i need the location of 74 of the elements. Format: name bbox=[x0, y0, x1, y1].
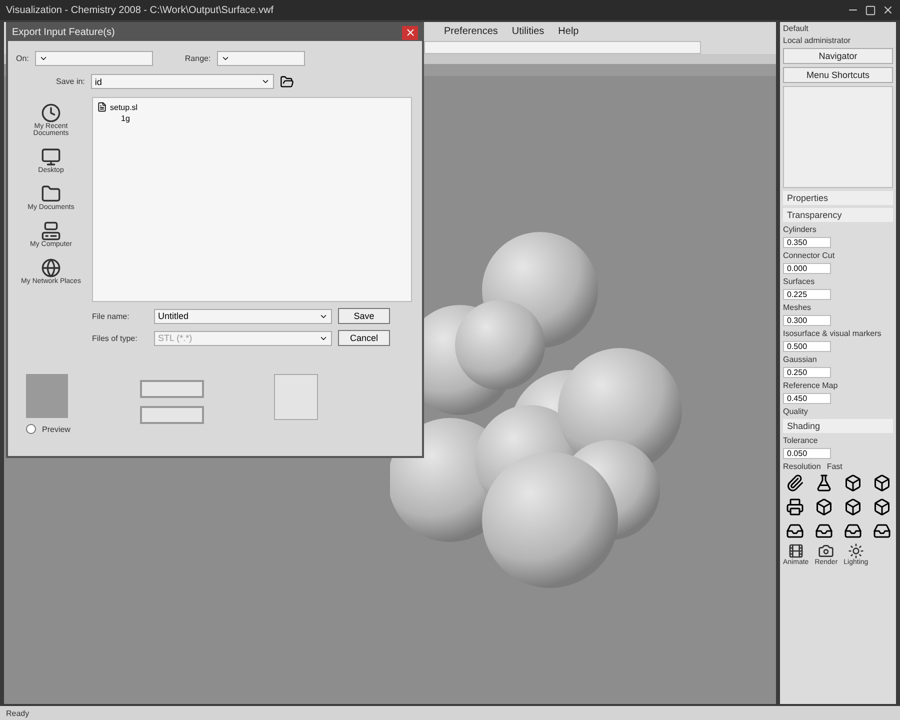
file-icon bbox=[97, 102, 107, 112]
file-item[interactable]: setup.sl bbox=[97, 102, 407, 112]
field-label: On: bbox=[16, 54, 29, 63]
field-label: Tolerance bbox=[783, 436, 819, 445]
menu-item[interactable]: Utilities bbox=[512, 26, 544, 36]
cube-icon[interactable] bbox=[872, 474, 890, 492]
field-label: Meshes bbox=[783, 303, 812, 312]
save-in-dropdown[interactable]: id bbox=[90, 74, 274, 89]
field-label: Range: bbox=[184, 54, 211, 63]
field-label: Cylinders bbox=[783, 225, 818, 234]
folder-icon[interactable] bbox=[280, 74, 294, 88]
preview-label: Preview bbox=[42, 424, 70, 434]
user-name: Default bbox=[783, 24, 810, 33]
value-field[interactable]: 0.000 bbox=[783, 263, 831, 274]
paperclip-icon[interactable] bbox=[786, 474, 804, 492]
globe-icon bbox=[41, 258, 61, 278]
field-label: File name: bbox=[92, 312, 130, 320]
save-button[interactable]: Save bbox=[338, 308, 390, 324]
address-field[interactable] bbox=[424, 40, 701, 54]
cube-icon[interactable] bbox=[814, 498, 832, 516]
section-header[interactable]: Shading bbox=[783, 419, 893, 433]
window-title: Visualization - Chemistry 2008 - C:\Work\Output\Surface.vwf bbox=[6, 4, 274, 16]
dialog-title: Export Input Feature(s) bbox=[12, 27, 115, 38]
tray-icon[interactable] bbox=[786, 522, 804, 540]
value-field[interactable]: 0.250 bbox=[783, 367, 831, 378]
sun-icon bbox=[848, 543, 864, 559]
close-icon[interactable] bbox=[882, 4, 894, 16]
side-button[interactable]: Menu Shortcuts bbox=[783, 67, 893, 83]
cube-icon[interactable] bbox=[872, 498, 890, 516]
field-label: Fast bbox=[826, 462, 842, 471]
folder-icon bbox=[41, 184, 61, 204]
value-field[interactable]: 0.300 bbox=[783, 315, 831, 326]
cube-icon[interactable] bbox=[844, 474, 862, 492]
menu-item[interactable]: Help bbox=[558, 26, 579, 36]
close-button[interactable] bbox=[402, 26, 418, 40]
printer-icon[interactable] bbox=[786, 498, 804, 516]
side-button[interactable]: Navigator bbox=[783, 48, 893, 64]
quality-label[interactable]: Quality bbox=[783, 407, 893, 416]
value-field[interactable]: 0.500 bbox=[783, 341, 831, 352]
flask-icon[interactable] bbox=[814, 474, 832, 492]
computer-icon bbox=[40, 221, 61, 241]
value-field[interactable]: 0.350 bbox=[783, 237, 831, 248]
value-field[interactable]: 0.450 bbox=[783, 393, 831, 404]
file-name-field[interactable]: Untitled bbox=[154, 308, 332, 324]
preview-radio[interactable] bbox=[26, 424, 36, 434]
monitor-icon bbox=[41, 147, 61, 167]
field-label: Files of type: bbox=[92, 334, 138, 342]
field-label: Reference Map bbox=[783, 381, 839, 390]
status-text: Ready bbox=[6, 708, 30, 718]
field-label: Surfaces bbox=[783, 277, 816, 286]
field-label: Save in: bbox=[56, 77, 85, 86]
film-icon bbox=[788, 543, 804, 559]
tray-icon[interactable] bbox=[814, 522, 832, 540]
tray-icon[interactable] bbox=[872, 522, 890, 540]
section-title: Properties bbox=[783, 191, 893, 205]
camera-icon bbox=[818, 543, 834, 559]
section-header[interactable]: Transparency bbox=[783, 208, 893, 222]
value-field[interactable]: 0.050 bbox=[783, 448, 831, 459]
menu-item[interactable]: Preferences bbox=[444, 26, 498, 36]
user-role: Local administrator bbox=[783, 36, 852, 45]
field-label: Resolution bbox=[783, 462, 821, 471]
field-label: Gaussian bbox=[783, 355, 818, 364]
clock-icon bbox=[41, 103, 61, 123]
field-label: Isosurface & visual markers bbox=[783, 329, 882, 338]
cancel-button[interactable]: Cancel bbox=[338, 330, 390, 346]
file-item[interactable]: 1g bbox=[97, 114, 407, 123]
value-field[interactable]: 0.225 bbox=[783, 289, 831, 300]
tray-icon[interactable] bbox=[844, 522, 862, 540]
cube-icon[interactable] bbox=[844, 498, 862, 516]
preview-frame bbox=[274, 374, 318, 420]
close-icon bbox=[404, 27, 416, 38]
maximize-icon[interactable] bbox=[865, 4, 876, 16]
field-label: Connector Cut bbox=[783, 251, 836, 260]
color-swatch[interactable] bbox=[26, 374, 68, 418]
